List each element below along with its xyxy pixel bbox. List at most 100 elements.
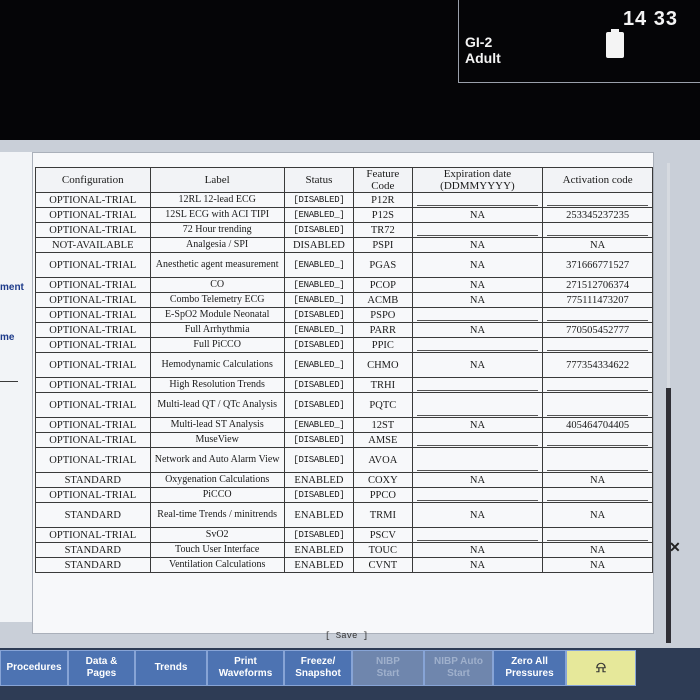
cell-expiration-date[interactable] [411, 337, 544, 353]
table-row[interactable]: STANDARD Ventilation Calculations ENABLED C… [35, 557, 653, 573]
table-row[interactable]: STANDARD Real-time Trends / minitrends ENA… [35, 502, 653, 528]
header-status: Status [283, 167, 355, 193]
cell-expiration-date: NA [411, 417, 544, 433]
cell-expiration-date[interactable] [411, 432, 544, 448]
cell-activation-code[interactable] [542, 392, 653, 418]
software-options-table: Configuration Label Status Feature Code … [35, 167, 653, 573]
cell-label: Analgesia / SPI [149, 237, 285, 253]
table-row[interactable]: NOT-AVAILABLE Analgesia / SPI DISABLED PSPI… [35, 237, 653, 253]
cell-feature-code: AVOA [353, 447, 413, 473]
table-row[interactable]: OPTIONAL-TRIAL Anesthetic agent measureme… [35, 252, 653, 278]
table-row[interactable]: OPTIONAL-TRIAL 12SL ECG with ACI TIPI [ENA… [35, 207, 653, 223]
table-row[interactable]: OPTIONAL-TRIAL Multi-lead QT / QTc Analys… [35, 392, 653, 418]
cell-configuration: STANDARD [35, 502, 151, 528]
cell-feature-code: ACMB [353, 292, 413, 308]
table-row[interactable]: OPTIONAL-TRIAL Full PiCCO [DISABLED] PPIC [35, 337, 653, 353]
cell-status: [ENABLED_] [283, 277, 355, 293]
nibp-auto-start-button[interactable]: NIBP Auto Start [424, 650, 493, 686]
cell-label: Network and Auto Alarm View [149, 447, 285, 473]
cell-expiration-date[interactable] [411, 222, 544, 238]
cell-activation-code: NA [542, 472, 653, 488]
cell-activation-code[interactable] [542, 432, 653, 448]
table-row[interactable]: STANDARD Oxygenation Calculations ENABLED C… [35, 472, 653, 488]
cell-label: Multi-lead QT / QTc Analysis [149, 392, 285, 418]
trends-button[interactable]: Trends [135, 650, 207, 686]
cell-activation-code[interactable] [542, 487, 653, 503]
table-row[interactable]: OPTIONAL-TRIAL Combo Telemetry ECG [ENABLE… [35, 292, 653, 308]
table-row[interactable]: OPTIONAL-TRIAL 12RL 12-lead ECG [DISABLED]… [35, 192, 653, 208]
cell-activation-code: NA [542, 502, 653, 528]
table-row[interactable]: OPTIONAL-TRIAL Multi-lead ST Analysis [ENA… [35, 417, 653, 433]
cell-expiration-date[interactable] [411, 392, 544, 418]
zero-all-pressures-button[interactable]: Zero All Pressures [493, 650, 566, 686]
cell-expiration-date: NA [411, 472, 544, 488]
cell-status: [ENABLED_] [283, 352, 355, 378]
cell-status: [DISABLED] [283, 377, 355, 393]
table-row[interactable]: OPTIONAL-TRIAL E-SpO2 Module Neonatal [DIS… [35, 307, 653, 323]
nibp-start-button[interactable]: NIBP Start [352, 650, 424, 686]
freeze-snapshot-button[interactable]: Freeze/ Snapshot [284, 650, 352, 686]
table-row[interactable]: OPTIONAL-TRIAL High Resolution Trends [DIS… [35, 377, 653, 393]
scrollbar-thumb[interactable] [666, 388, 671, 643]
cell-activation-code[interactable] [542, 307, 653, 323]
cell-expiration-date[interactable] [411, 447, 544, 473]
table-row[interactable]: OPTIONAL-TRIAL 72 Hour trending [DISABLED]… [35, 222, 653, 238]
cell-label: Oxygenation Calculations [149, 472, 285, 488]
cell-activation-code[interactable] [542, 527, 653, 543]
cell-status: [DISABLED] [283, 222, 355, 238]
left-menu-item-2[interactable]: me [0, 332, 14, 343]
cell-label: 72 Hour trending [149, 222, 285, 238]
cell-feature-code: PPIC [353, 337, 413, 353]
cell-activation-code[interactable] [542, 192, 653, 208]
cell-expiration-date[interactable] [411, 307, 544, 323]
cell-configuration: OPTIONAL-TRIAL [35, 307, 151, 323]
cell-expiration-date[interactable] [411, 377, 544, 393]
alarm-silence-button[interactable]: ⍾ [566, 650, 636, 686]
cell-status: [DISABLED] [283, 447, 355, 473]
cell-feature-code: PSPO [353, 307, 413, 323]
cell-label: Full PiCCO [149, 337, 285, 353]
cell-feature-code: PARR [353, 322, 413, 338]
cell-status: ENABLED [283, 557, 355, 573]
cell-configuration: OPTIONAL-TRIAL [35, 277, 151, 293]
table-row[interactable]: OPTIONAL-TRIAL MuseView [DISABLED] AMSE [35, 432, 653, 448]
cell-expiration-date[interactable] [411, 192, 544, 208]
cell-activation-code[interactable] [542, 337, 653, 353]
screen: ment me Configuration Label Status Featu… [0, 140, 700, 700]
table-row[interactable]: OPTIONAL-TRIAL Full Arrhythmia [ENABLED_] P… [35, 322, 653, 338]
patient-info-box[interactable]: GI-2 Adult [458, 0, 597, 83]
print-waveforms-button[interactable]: Print Waveforms [207, 650, 284, 686]
cell-configuration: OPTIONAL-TRIAL [35, 447, 151, 473]
cell-configuration: OPTIONAL-TRIAL [35, 222, 151, 238]
cell-activation-code[interactable] [542, 222, 653, 238]
cell-expiration-date: NA [411, 292, 544, 308]
data-pages-button[interactable]: Data & Pages [68, 650, 135, 686]
cell-feature-code: TOUC [353, 542, 413, 558]
scrollbar[interactable] [666, 163, 671, 643]
procedures-button[interactable]: Procedures [0, 650, 68, 686]
cell-feature-code: PGAS [353, 252, 413, 278]
cell-feature-code: TRMI [353, 502, 413, 528]
cell-activation-code: 405464704405 [542, 417, 653, 433]
table-row[interactable]: STANDARD Touch User Interface ENABLED TOUC N… [35, 542, 653, 558]
cell-status: [ENABLED_] [283, 207, 355, 223]
cell-expiration-date[interactable] [411, 487, 544, 503]
cell-activation-code[interactable] [542, 377, 653, 393]
cell-configuration: OPTIONAL-TRIAL [35, 352, 151, 378]
cell-expiration-date[interactable] [411, 527, 544, 543]
patient-category: Adult [465, 50, 501, 66]
left-menu-item-1[interactable]: ment [0, 282, 24, 293]
table-row[interactable]: OPTIONAL-TRIAL CO [ENABLED_] PCOP NA 27151270… [35, 277, 653, 293]
table-row[interactable]: OPTIONAL-TRIAL Hemodynamic Calculations [E… [35, 352, 653, 378]
table-row[interactable]: OPTIONAL-TRIAL SvO2 [DISABLED] PSCV [35, 527, 653, 543]
cell-expiration-date: NA [411, 557, 544, 573]
table-row[interactable]: OPTIONAL-TRIAL PiCCO [DISABLED] PPCO [35, 487, 653, 503]
cell-activation-code[interactable] [542, 447, 653, 473]
close-icon[interactable]: ✕ [669, 539, 681, 556]
cell-configuration: OPTIONAL-TRIAL [35, 322, 151, 338]
cell-feature-code: 12ST [353, 417, 413, 433]
cell-feature-code: COXY [353, 472, 413, 488]
table-row[interactable]: OPTIONAL-TRIAL Network and Auto Alarm Vie… [35, 447, 653, 473]
save-button[interactable]: [ Save ] [325, 631, 368, 641]
cell-expiration-date: NA [411, 352, 544, 378]
